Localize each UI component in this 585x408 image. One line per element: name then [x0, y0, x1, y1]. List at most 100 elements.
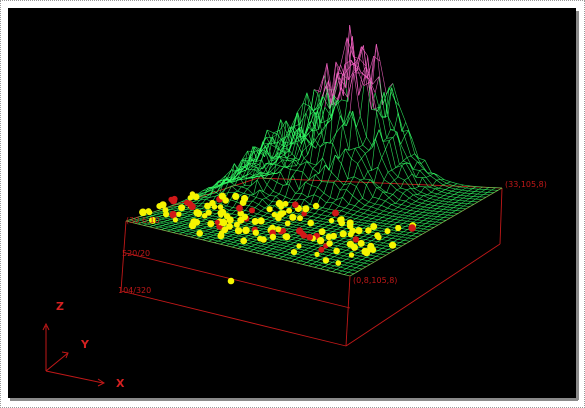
yellow-data-point [276, 212, 283, 219]
mesh-segment [256, 197, 263, 200]
mesh-segment [340, 189, 347, 191]
mesh-segment [326, 197, 331, 203]
mesh-segment [320, 266, 325, 270]
mesh-segment [426, 209, 433, 212]
mesh-segment [318, 209, 326, 212]
mesh-segment [407, 206, 415, 209]
mesh-segment [376, 222, 381, 226]
mesh-segment [257, 225, 262, 229]
mesh-segment [402, 193, 410, 199]
mesh-segment [419, 230, 427, 233]
mesh-segment [469, 203, 475, 207]
mesh-segment [249, 194, 257, 198]
mesh-segment [342, 268, 347, 272]
mesh-segment [361, 217, 367, 221]
yellow-data-point [219, 208, 227, 216]
mesh-segment [401, 226, 406, 229]
mesh-segment [393, 247, 399, 251]
mesh-segment [423, 220, 430, 222]
mesh-segment [328, 264, 335, 267]
mesh-segment [423, 228, 431, 230]
mesh-segment [377, 248, 383, 251]
mesh-segment [356, 186, 363, 199]
mesh-segment [414, 207, 421, 210]
mesh-segment [350, 205, 356, 211]
mesh-segment [259, 230, 266, 233]
mesh-segment [173, 232, 180, 235]
mesh-segment [221, 239, 228, 242]
mesh-segment [403, 223, 410, 225]
mesh-segment [447, 212, 452, 216]
yellow-data-point [328, 217, 335, 224]
mesh-segment [319, 218, 324, 222]
mesh-segment [416, 217, 422, 221]
mesh-segment [323, 192, 331, 198]
mesh-segment [180, 228, 185, 231]
mesh-segment [339, 238, 344, 241]
mesh-segment [345, 217, 350, 221]
mesh-segment [386, 129, 391, 139]
mesh-segment [431, 213, 436, 217]
mesh-segment [254, 224, 262, 227]
mesh-segment [339, 184, 345, 191]
mesh-segment [287, 231, 292, 234]
mesh-segment [183, 216, 188, 218]
mesh-segment [318, 224, 323, 227]
mesh-segment [358, 219, 363, 223]
mesh-segment [375, 203, 382, 206]
mesh-segment [304, 247, 309, 251]
mesh-segment [368, 196, 373, 203]
mesh-segment [465, 198, 470, 202]
mesh-segment [260, 244, 265, 247]
mesh-segment [374, 221, 381, 224]
mesh-segment [337, 237, 344, 239]
3d-viewport[interactable]: (33,105,8) (0,8,105,8) (30.6,10 520/20 1… [8, 8, 576, 398]
mesh-segment [181, 224, 186, 226]
mesh-segment [373, 211, 380, 214]
mesh-segment [272, 248, 279, 251]
mesh-segment [373, 241, 378, 245]
mesh-segment [400, 217, 405, 221]
mesh-segment [302, 255, 309, 258]
mesh-segment [290, 259, 296, 262]
mesh-segment [303, 154, 308, 159]
mesh-segment [379, 244, 386, 247]
mesh-segment [391, 227, 396, 231]
box-edge [499, 187, 503, 245]
mesh-segment [279, 258, 286, 261]
mesh-segment [382, 223, 387, 227]
mesh-segment [233, 190, 238, 193]
mesh-segment [180, 218, 187, 221]
mesh-segment [241, 244, 246, 248]
mesh-segment [260, 225, 268, 228]
mesh-segment [341, 241, 346, 245]
mesh-segment [383, 251, 391, 254]
mesh-segment [249, 243, 256, 245]
mesh-segment [302, 171, 310, 181]
mesh-segment [180, 229, 187, 232]
yellow-data-point [307, 219, 315, 227]
mesh-segment [262, 197, 267, 200]
yellow-data-point [139, 208, 147, 217]
mesh-segment [424, 204, 429, 208]
mesh-segment [356, 115, 361, 128]
yellow-data-point [240, 237, 248, 245]
mesh-segment [393, 232, 400, 235]
mesh-segment [162, 224, 167, 226]
mesh-segment [282, 246, 287, 249]
mesh-segment [303, 241, 310, 244]
mesh-segment [386, 192, 393, 195]
mesh-segment [481, 189, 486, 193]
mesh-segment [158, 225, 163, 228]
yellow-data-point [312, 202, 320, 210]
mesh-segment [358, 221, 365, 224]
mesh-segment [387, 171, 395, 181]
mesh-segment [291, 198, 298, 200]
mesh-segment [371, 206, 378, 210]
mesh-segment [416, 211, 423, 213]
mesh-segment [466, 195, 474, 197]
mesh-segment [452, 183, 458, 186]
mesh-segment [208, 217, 216, 220]
mesh-segment [437, 214, 442, 217]
yellow-data-point [207, 220, 215, 228]
